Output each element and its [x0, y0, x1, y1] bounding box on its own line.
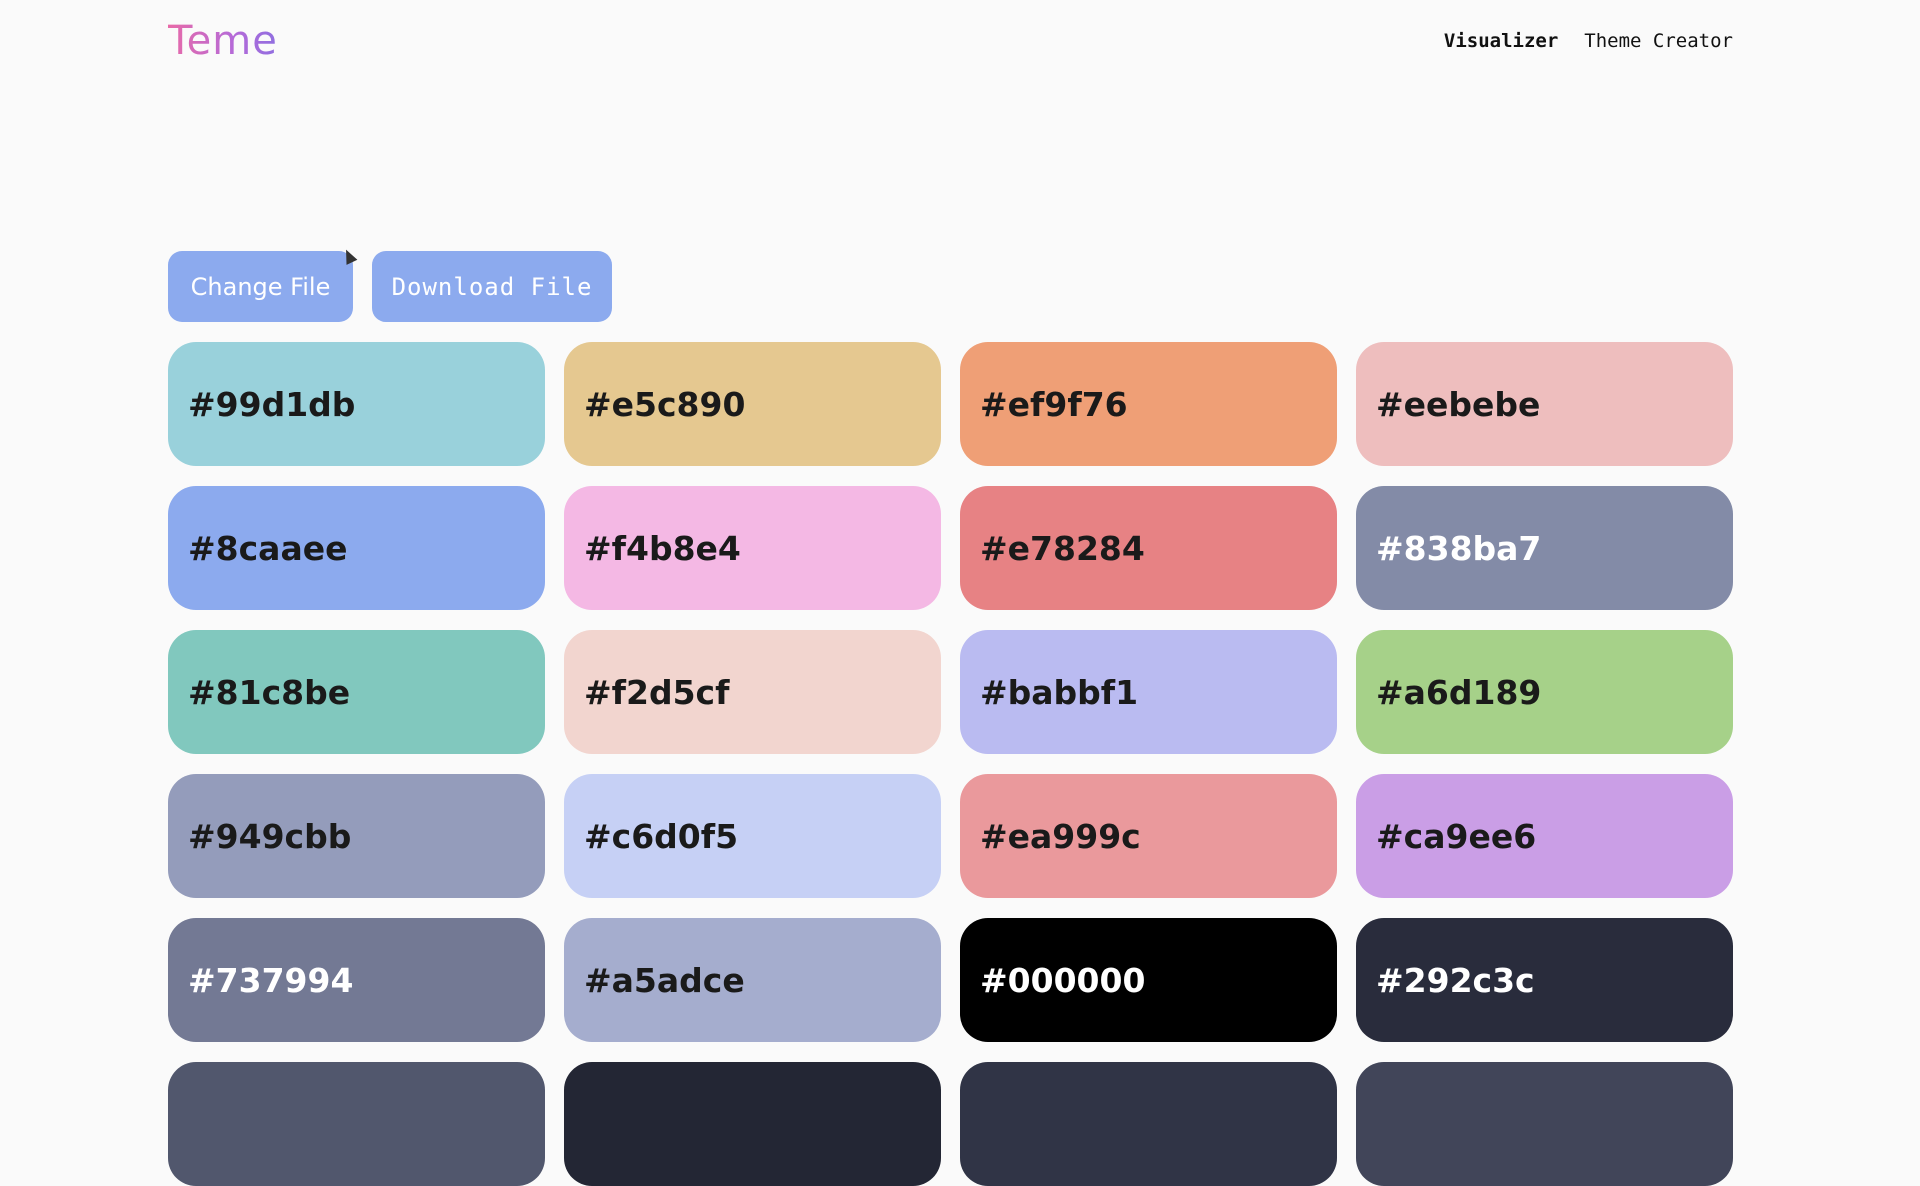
color-swatch[interactable]: #eebebe: [1356, 342, 1733, 466]
color-swatch-partial[interactable]: [1356, 1062, 1733, 1186]
color-swatch-label: #a5adce: [584, 960, 745, 1000]
color-swatch-partial[interactable]: [960, 1062, 1337, 1186]
color-swatch[interactable]: #e78284: [960, 486, 1337, 610]
color-swatch-label: #8caaee: [188, 528, 348, 568]
color-swatch-label: #e78284: [980, 528, 1145, 568]
color-swatch-label: #ef9f76: [980, 384, 1128, 424]
logo[interactable]: Teme: [168, 18, 278, 64]
color-swatch-label: #e5c890: [584, 384, 746, 424]
color-swatch-label: #eebebe: [1376, 384, 1541, 424]
color-swatch[interactable]: #a5adce: [564, 918, 941, 1042]
color-swatch[interactable]: #ca9ee6: [1356, 774, 1733, 898]
color-swatch[interactable]: #81c8be: [168, 630, 545, 754]
color-swatch[interactable]: #babbf1: [960, 630, 1337, 754]
color-swatch[interactable]: #ef9f76: [960, 342, 1337, 466]
file-actions: Change File Download File: [168, 251, 612, 322]
color-swatch-label: #949cbb: [188, 816, 352, 856]
color-swatch-label: #a6d189: [1376, 672, 1542, 712]
header: Teme Visualizer Theme Creator: [0, 0, 1920, 100]
color-swatch-partial[interactable]: [564, 1062, 941, 1186]
color-swatch-label: #c6d0f5: [584, 816, 739, 856]
color-swatch[interactable]: #c6d0f5: [564, 774, 941, 898]
nav-visualizer[interactable]: Visualizer: [1444, 30, 1558, 52]
top-nav: Visualizer Theme Creator: [1444, 30, 1733, 52]
color-swatch-label: #81c8be: [188, 672, 351, 712]
change-file-button[interactable]: Change File: [168, 251, 353, 322]
color-swatch[interactable]: #99d1db: [168, 342, 545, 466]
color-swatch[interactable]: #e5c890: [564, 342, 941, 466]
color-swatch[interactable]: #292c3c: [1356, 918, 1733, 1042]
color-swatch-grid: #99d1db #e5c890 #ef9f76 #eebebe #8caaee #f4b8…: [168, 342, 1734, 1186]
color-swatch-label: #f2d5cf: [584, 672, 730, 712]
color-swatch-label: #838ba7: [1376, 528, 1542, 568]
color-swatch-label: #292c3c: [1376, 960, 1535, 1000]
color-swatch[interactable]: #f4b8e4: [564, 486, 941, 610]
color-swatch[interactable]: #737994: [168, 918, 545, 1042]
color-swatch-label: #000000: [980, 960, 1146, 1000]
color-swatch-label: #f4b8e4: [584, 528, 741, 568]
color-swatch-label: #ea999c: [980, 816, 1141, 856]
color-swatch-partial[interactable]: [168, 1062, 545, 1186]
color-swatch[interactable]: #8caaee: [168, 486, 545, 610]
color-swatch[interactable]: #949cbb: [168, 774, 545, 898]
color-swatch[interactable]: #ea999c: [960, 774, 1337, 898]
color-swatch[interactable]: #a6d189: [1356, 630, 1733, 754]
color-swatch-label: #99d1db: [188, 384, 356, 424]
color-swatch-label: #ca9ee6: [1376, 816, 1537, 856]
color-swatch-label: #737994: [188, 960, 354, 1000]
color-swatch[interactable]: #000000: [960, 918, 1337, 1042]
download-file-button[interactable]: Download File: [372, 251, 612, 322]
color-swatch[interactable]: #f2d5cf: [564, 630, 941, 754]
color-swatch[interactable]: #838ba7: [1356, 486, 1733, 610]
nav-theme-creator[interactable]: Theme Creator: [1584, 30, 1733, 52]
color-swatch-label: #babbf1: [980, 672, 1139, 712]
